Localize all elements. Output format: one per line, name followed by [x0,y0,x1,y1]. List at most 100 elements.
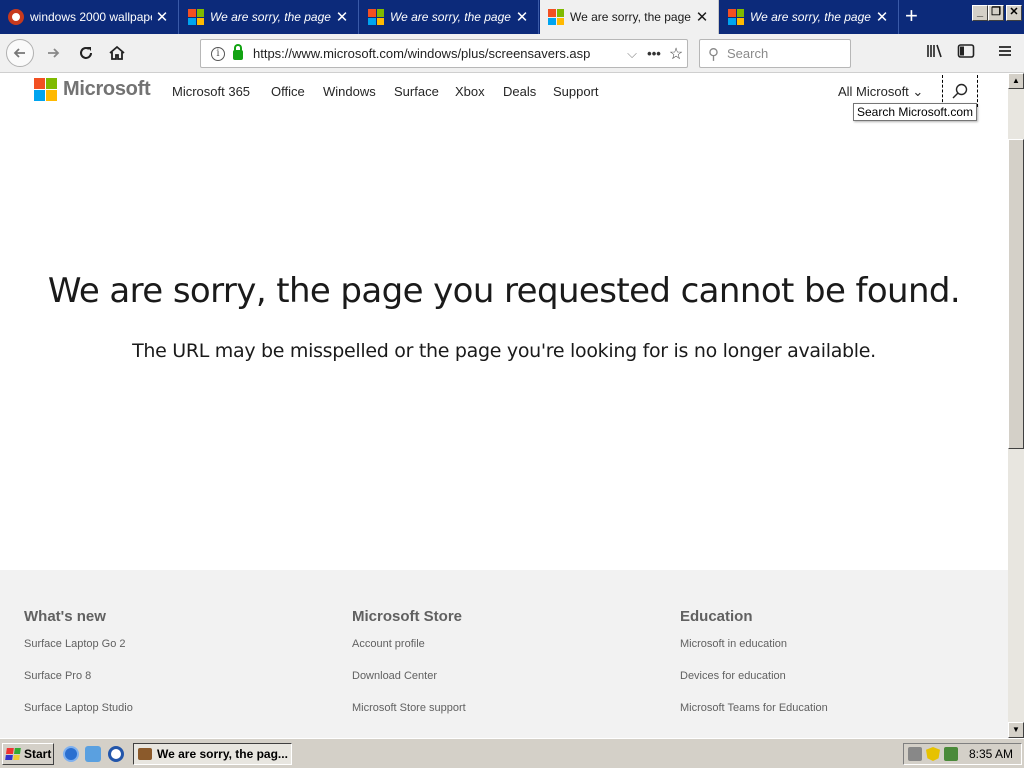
scrollbar-thumb[interactable] [1008,139,1024,449]
tab-microsoft-error-4[interactable]: We are sorry, the page y ✕ [720,0,899,34]
close-tab-icon[interactable]: ✕ [512,8,532,26]
web-page: Microsoft Microsoft 365 Office Windows S… [0,73,1008,738]
chevron-down-icon: ⌄ [912,84,924,99]
footer-link[interactable]: Account profile [352,637,466,669]
clock[interactable]: 8:35 AM [969,747,1013,761]
footer-link[interactable]: Devices for education [680,669,828,701]
microsoft-logo-icon [34,78,57,101]
site-header: Microsoft Microsoft 365 Office Windows S… [0,73,1008,121]
network-icon[interactable] [944,747,958,761]
scroll-down-arrow-icon[interactable]: ▼ [1008,722,1024,738]
footer-link[interactable]: Download Center [352,669,466,701]
tab-microsoft-error-2[interactable]: We are sorry, the page y ✕ [360,0,539,34]
tab-microsoft-error-1[interactable]: We are sorry, the page y ✕ [180,0,359,34]
footer-link[interactable]: Microsoft in education [680,637,828,669]
logo-text: Microsoft [63,78,151,100]
more-actions-icon[interactable]: ••• [643,46,665,61]
browser-search-input[interactable]: ⚲ Search [699,39,851,68]
vertical-scrollbar[interactable]: ▲ ▼ [1008,73,1024,738]
taskbar-item-label: We are sorry, the pag... [157,747,288,761]
browser-tab-strip: windows 2000 wallpaper ✕ We are sorry, t… [0,0,1024,34]
microsoft-icon [188,9,204,25]
show-desktop-icon[interactable] [85,746,101,762]
close-tab-icon[interactable]: ✕ [872,8,892,26]
footer-column-education: Education Microsoft in education Devices… [680,608,828,733]
close-tab-icon[interactable]: ✕ [152,8,172,26]
bookmark-star-icon[interactable]: ☆ [665,44,687,64]
security-shield-icon[interactable] [926,747,940,761]
chevron-down-icon[interactable]: ⌵ [621,46,643,62]
keyboard-icon[interactable] [908,747,922,761]
microsoft-icon [728,9,744,25]
footer-link[interactable]: Surface Pro 8 [24,669,133,701]
close-window-button[interactable]: ✕ [1006,5,1022,21]
footer-heading: Microsoft Store [352,608,463,625]
home-icon [109,45,125,60]
close-tab-icon[interactable]: ✕ [332,8,352,26]
nav-link-office[interactable]: Office [271,84,305,99]
footer-column-whats-new: What's new Surface Laptop Go 2 Surface P… [24,608,133,733]
tab-label: We are sorry, the page y [390,10,512,24]
footer-link[interactable]: Surface Laptop Go 2 [24,637,133,669]
close-tab-icon[interactable]: ✕ [692,8,712,26]
menu-icon[interactable] [997,43,1013,64]
system-tray: 8:35 AM [903,743,1022,765]
microsoft-icon [368,9,384,25]
footer-column-microsoft-store: Microsoft Store Account profile Download… [352,608,466,733]
taskbar: Start We are sorry, the pag... 8:35 AM [0,738,1024,768]
taskbar-item-browser[interactable]: We are sorry, the pag... [133,743,292,765]
minimize-button[interactable]: _ [972,5,988,21]
forward-button[interactable] [40,40,66,66]
tab-microsoft-error-active[interactable]: We are sorry, the page y ✕ [540,0,719,34]
tab-windows-2000-wallpaper[interactable]: windows 2000 wallpaper ✕ [0,0,179,34]
search-placeholder: Search [727,46,769,61]
windows-flag-icon [5,748,21,760]
restore-button[interactable]: ❐ [988,5,1004,21]
internet-explorer-icon[interactable] [63,746,79,762]
footer-link[interactable]: Microsoft Teams for Education [680,701,828,733]
info-icon[interactable]: i [211,46,225,61]
all-microsoft-menu[interactable]: All Microsoft ⌄ [838,84,923,100]
all-microsoft-label: All Microsoft [838,84,909,99]
back-button[interactable] [6,39,34,67]
footer-heading: Education [680,608,753,625]
start-label: Start [24,747,52,761]
nav-link-microsoft-365[interactable]: Microsoft 365 [172,84,250,99]
nav-link-windows[interactable]: Windows [323,84,376,99]
sidebar-icon[interactable] [957,43,975,64]
tab-label: windows 2000 wallpaper [30,10,152,24]
nav-link-deals[interactable]: Deals [503,84,536,99]
nav-link-support[interactable]: Support [553,84,599,99]
tab-label: We are sorry, the page y [570,10,692,24]
lock-icon[interactable] [233,44,243,60]
search-icon [952,83,968,98]
library-icon[interactable] [926,43,944,64]
microsoft-icon [548,9,564,25]
footer-link[interactable]: Surface Laptop Studio [24,701,133,733]
nav-link-xbox[interactable]: Xbox [455,84,485,99]
reload-icon [80,47,92,59]
url-text[interactable]: https://www.microsoft.com/windows/plus/s… [253,46,621,61]
home-button[interactable] [104,40,130,66]
tab-label: We are sorry, the page y [750,10,872,24]
error-title: We are sorry, the page you requested can… [47,271,961,311]
scroll-up-arrow-icon[interactable]: ▲ [1008,73,1024,89]
microsoft-logo[interactable]: Microsoft [34,78,151,101]
reload-button[interactable] [73,40,99,66]
arrow-left-icon [13,48,25,58]
footer-link[interactable]: Microsoft Store support [352,701,466,733]
search-icon: ⚲ [708,45,719,63]
site-footer: What's new Surface Laptop Go 2 Surface P… [0,570,1008,738]
new-tab-button[interactable]: + [905,5,918,27]
error-subtitle: The URL may be misspelled or the page yo… [132,340,876,362]
duckduckgo-icon [8,9,24,25]
nav-link-surface[interactable]: Surface [394,84,439,99]
search-tooltip: Search Microsoft.com [853,103,978,121]
footer-heading: What's new [24,608,106,625]
address-bar[interactable]: i https://www.microsoft.com/windows/plus… [200,39,688,68]
media-player-icon[interactable] [108,746,124,762]
navigation-toolbar: i https://www.microsoft.com/windows/plus… [0,34,1024,73]
browser-window-icon [138,748,152,760]
tab-label: We are sorry, the page y [210,10,332,24]
start-button[interactable]: Start [2,743,54,765]
